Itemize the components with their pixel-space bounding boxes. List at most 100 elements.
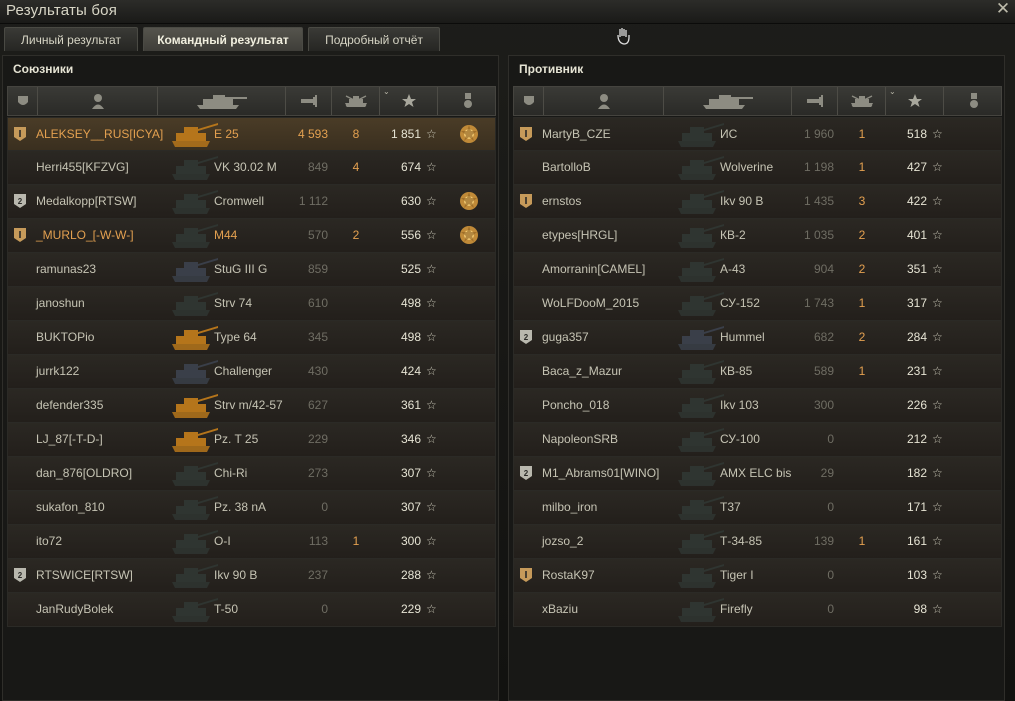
player-name: _MURLO_[-W-W-] <box>36 228 134 242</box>
damage-value: 0 <box>827 432 834 446</box>
damage-value: 0 <box>827 602 834 616</box>
tank-icon <box>672 220 726 250</box>
player-name: NapoleonSRB <box>542 432 619 446</box>
player-name: dan_876[OLDRO] <box>36 466 133 480</box>
player-row[interactable]: sukafon_810 Pz. 38 nA 0 307 ☆ <box>7 491 496 525</box>
player-name: ito72 <box>36 534 63 548</box>
player-row[interactable]: _MURLO_[-W-W-] M44 570 2 556 ☆ <box>7 219 496 253</box>
vehicle-name: Ikv 90 B <box>720 194 764 208</box>
tank-icon <box>672 492 726 522</box>
player-row[interactable]: 2 M1_Abrams01[WINO] AMX ELC bis 29 182 ☆ <box>513 457 1002 491</box>
player-row[interactable]: ernstos Ikv 90 B 1 435 3 422 ☆ <box>513 185 1002 219</box>
player-row[interactable]: 2 RTSWICE[RTSW] Ikv 90 B 237 288 ☆ <box>7 559 496 593</box>
tank-icon <box>166 186 220 216</box>
player-row[interactable]: RostaK97 Tiger I 0 103 ☆ <box>513 559 1002 593</box>
player-row[interactable]: Poncho_018 Ikv 103 300 226 ☆ <box>513 389 1002 423</box>
player-row[interactable]: janoshun Strv 74 610 498 ☆ <box>7 287 496 321</box>
damage-value: 589 <box>813 364 834 378</box>
player-row[interactable]: JanRudyBolek T-50 0 229 ☆ <box>7 593 496 627</box>
allies-header-damage-column[interactable] <box>286 87 332 115</box>
vehicle-name: Firefly <box>720 602 753 616</box>
player-name: MartyB_CZE <box>542 127 611 141</box>
player-row[interactable]: jurrk122 Challenger 430 424 ☆ <box>7 355 496 389</box>
player-row[interactable]: BUKTOPio Type 64 345 498 ☆ <box>7 321 496 355</box>
player-row[interactable]: 2 Medalkopp[RTSW] Cromwell 1 112 630 ☆ <box>7 185 496 219</box>
player-row[interactable]: 2 guga357 Hummel 682 2 284 ☆ <box>513 321 1002 355</box>
player-row[interactable]: Amorranin[CAMEL] А-43 904 2 351 ☆ <box>513 253 1002 287</box>
enemies-header-kills-column[interactable] <box>838 87 886 115</box>
allies-panel: Союзники ⌄ ALEKSEY__RUS[ICYA] E 25 4 593 8 1… <box>2 55 499 701</box>
tank-icon <box>672 356 726 386</box>
player-row[interactable]: LJ_87[-T-D-] Pz. T 25 229 346 ☆ <box>7 423 496 457</box>
medal-icon[interactable] <box>458 223 480 247</box>
player-row[interactable]: NapoleonSRB СУ-100 0 212 ☆ <box>513 423 1002 457</box>
player-row[interactable]: ramunas23 StuG III G 859 525 ☆ <box>7 253 496 287</box>
xp-star-icon: ☆ <box>932 466 943 480</box>
class-mark-2-icon: 2 <box>520 330 532 344</box>
player-row[interactable]: dan_876[OLDRO] Chi-Ri 273 307 ☆ <box>7 457 496 491</box>
xp-value: 226 <box>906 398 927 412</box>
xp-value: 182 <box>906 466 927 480</box>
player-name: Amorranin[CAMEL] <box>542 262 646 276</box>
tab-detailed-report[interactable]: Подробный отчёт <box>308 27 440 51</box>
player-row[interactable]: defender335 Strv m/42-57 627 361 ☆ <box>7 389 496 423</box>
enemies-header-damage-column[interactable] <box>792 87 838 115</box>
damage-value: 627 <box>307 398 328 412</box>
allies-header-rank-column[interactable] <box>8 87 38 115</box>
player-row[interactable]: etypes[HRGL] КВ-2 1 035 2 401 ☆ <box>513 219 1002 253</box>
allies-header-kills-column[interactable] <box>332 87 380 115</box>
player-name: ernstos <box>542 194 582 208</box>
enemies-header-xp-star-column[interactable]: ⌄ <box>886 87 944 115</box>
vehicle-name: Strv 74 <box>214 296 253 310</box>
xp-star-icon: ☆ <box>426 127 437 141</box>
enemies-header-player-column[interactable] <box>544 87 664 115</box>
player-row[interactable]: BartolloB Wolverine 1 198 1 427 ☆ <box>513 151 1002 185</box>
vehicle-name: M44 <box>214 228 238 242</box>
tank-icon <box>672 458 726 488</box>
tab-personal-result[interactable]: Личный результат <box>4 27 138 51</box>
player-row[interactable]: MartyB_CZE ИС 1 960 1 518 ☆ <box>513 117 1002 151</box>
kills-value: 1 <box>858 534 866 548</box>
xp-value: 231 <box>906 364 927 378</box>
player-row[interactable]: xBaziu Firefly 0 98 ☆ <box>513 593 1002 627</box>
allies-header-player-column[interactable] <box>38 87 158 115</box>
vehicle-name: КВ-85 <box>720 364 753 378</box>
player-row[interactable]: ito72 O-I 113 1 300 ☆ <box>7 525 496 559</box>
allies-header-xp-star-column[interactable]: ⌄ <box>380 87 438 115</box>
damage-value: 0 <box>321 500 328 514</box>
tab-team-result[interactable]: Командный результат <box>143 27 303 51</box>
xp-value: 317 <box>906 296 927 310</box>
allies-header-tank-column[interactable] <box>158 87 286 115</box>
tank-icon <box>672 526 726 556</box>
enemies-header-medal-column[interactable] <box>944 87 1003 115</box>
xp-value: 556 <box>400 228 421 242</box>
kills-value: 2 <box>352 228 360 242</box>
xp-value: 630 <box>400 194 421 208</box>
enemies-header-rank-column[interactable] <box>514 87 544 115</box>
player-row[interactable]: milbo_iron T37 0 171 ☆ <box>513 491 1002 525</box>
tank-icon <box>672 424 726 454</box>
player-row[interactable]: WoLFDooM_2015 СУ-152 1 743 1 317 ☆ <box>513 287 1002 321</box>
medal-icon[interactable] <box>458 189 480 213</box>
player-row[interactable]: ALEKSEY__RUS[ICYA] E 25 4 593 8 1 851 ☆ <box>7 117 496 151</box>
class-mark-1-icon <box>14 228 26 242</box>
player-row[interactable]: Baca_z_Mazur КВ-85 589 1 231 ☆ <box>513 355 1002 389</box>
svg-text:2: 2 <box>18 197 23 206</box>
enemies-title: Противник <box>519 62 584 76</box>
medal-icon[interactable] <box>458 122 480 146</box>
player-row[interactable]: Herri455[KFZVG] VK 30.02 M 849 4 674 ☆ <box>7 151 496 185</box>
close-icon[interactable]: ✕ <box>995 0 1011 18</box>
damage-value: 430 <box>307 364 328 378</box>
player-name: guga357 <box>542 330 589 344</box>
enemies-header-tank-column[interactable] <box>664 87 792 115</box>
class-mark-2-icon: 2 <box>14 194 26 208</box>
kills-value: 1 <box>858 296 866 310</box>
damage-value: 682 <box>813 330 834 344</box>
player-name: Poncho_018 <box>542 398 610 412</box>
player-row[interactable]: jozso_2 Т-34-85 139 1 161 ☆ <box>513 525 1002 559</box>
xp-star-icon: ☆ <box>932 296 943 310</box>
tank-icon <box>672 254 726 284</box>
allies-header-medal-column[interactable] <box>438 87 497 115</box>
xp-star-icon: ☆ <box>426 330 437 344</box>
xp-value: 307 <box>400 500 421 514</box>
